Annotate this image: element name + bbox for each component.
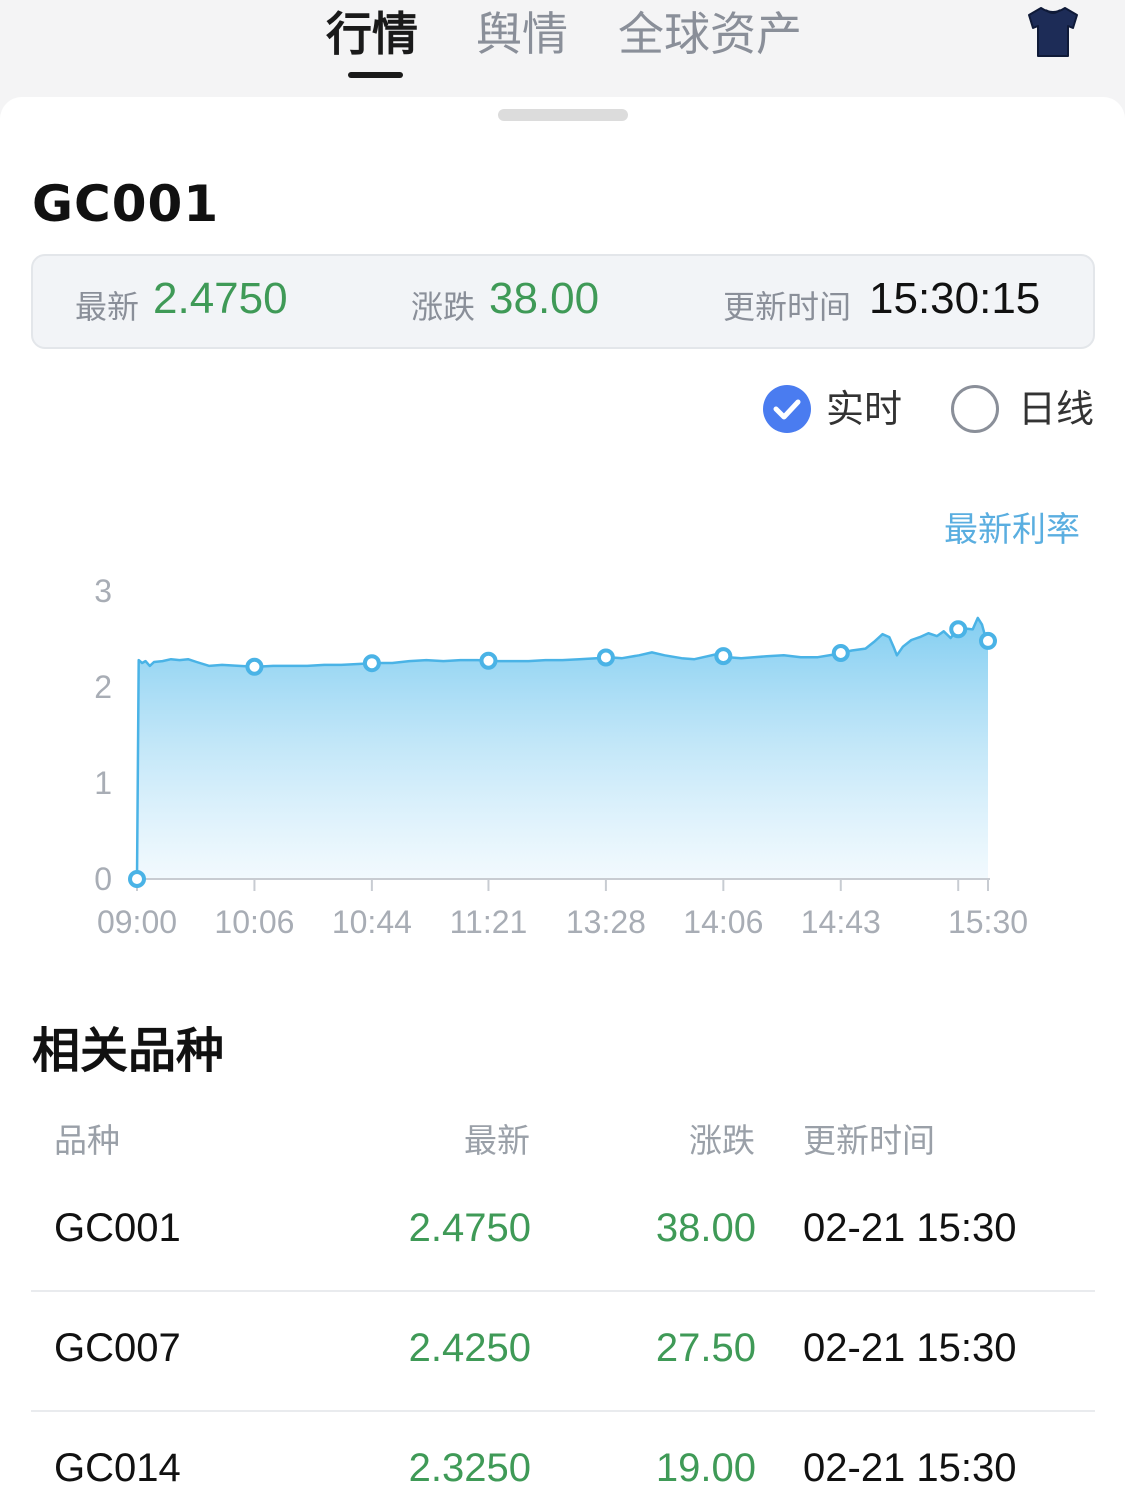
series-point[interactable] (949, 620, 968, 639)
intraday-rate-chart[interactable]: 0 1 2 3 09:00 10:06 10:44 11:21 13:28 14:06 14:43… (0, 552, 1125, 1082)
x-tick-label: 14:43 (801, 904, 881, 940)
active-tab-indicator (348, 72, 403, 78)
row-instrument: GC007 (54, 1326, 181, 1370)
table-row[interactable]: GC001 2.4750 38.00 02-21 15:30 (31, 1172, 1095, 1292)
series-point[interactable] (596, 648, 615, 667)
x-tick-label: 11:21 (450, 904, 528, 940)
x-tick-label: 14:06 (683, 904, 763, 940)
y-axis-ticks: 0 1 2 3 (94, 573, 112, 897)
x-tick-label: 13:28 (566, 904, 646, 940)
series-point[interactable] (831, 644, 850, 663)
row-latest: 2.3250 (408, 1446, 531, 1490)
y-tick-label: 2 (94, 669, 112, 705)
row-updated: 02-21 15:30 (803, 1326, 1017, 1370)
daily-label[interactable]: 日线 (1018, 385, 1094, 433)
realtime-label[interactable]: 实时 (826, 385, 902, 433)
y-tick-label: 0 (94, 861, 112, 897)
y-tick-label: 1 (94, 765, 112, 801)
series-point[interactable] (714, 647, 733, 666)
row-instrument: GC001 (54, 1206, 181, 1250)
tshirt-icon[interactable] (1025, 6, 1081, 58)
row-latest: 2.4750 (408, 1206, 531, 1250)
tab-market[interactable]: 行情 (326, 2, 418, 66)
y-tick-label: 3 (94, 573, 112, 609)
checkmark-icon (773, 399, 801, 420)
series-point[interactable] (245, 657, 264, 676)
table-row[interactable]: GC007 2.4250 27.50 02-21 15:30 (31, 1292, 1095, 1412)
series-point[interactable] (979, 631, 997, 650)
drag-handle[interactable] (498, 109, 628, 121)
x-tick-label: 10:06 (214, 904, 294, 940)
row-change: 19.00 (655, 1446, 756, 1490)
instrument-title: GC001 (32, 175, 220, 233)
latest-label: 最新 (75, 288, 140, 326)
top-tab-bar: 行情 舆情 全球资产 (0, 0, 1125, 96)
x-tick-label: 09:00 (97, 904, 177, 940)
updated-value: 15:30:15 (869, 274, 1041, 323)
row-latest: 2.4250 (408, 1326, 531, 1370)
column-header-instrument: 品种 (54, 1121, 120, 1160)
change-value: 38.00 (489, 274, 600, 323)
quote-summary: 最新 2.4750 涨跌 38.00 更新时间 15:30:15 (31, 254, 1095, 349)
change-label: 涨跌 (411, 288, 476, 326)
series-point[interactable] (479, 651, 498, 670)
x-tick-label: 15:30 (948, 904, 1028, 940)
series-point[interactable] (128, 870, 146, 888)
x-tick-label: 10:44 (332, 904, 412, 940)
tab-sentiment[interactable]: 舆情 (476, 2, 568, 66)
chart-legend-latest-rate: 最新利率 (944, 510, 1080, 550)
column-header-updated: 更新时间 (803, 1121, 935, 1160)
row-updated: 02-21 15:30 (803, 1206, 1017, 1250)
related-section-title: 相关品种 (32, 1023, 225, 1079)
realtime-radio[interactable] (763, 385, 811, 433)
row-updated: 02-21 15:30 (803, 1446, 1017, 1490)
x-axis-ticks: 09:00 10:06 10:44 11:21 13:28 14:06 14:43 15:30 (97, 879, 1028, 940)
latest-value: 2.4750 (153, 274, 288, 323)
table-row[interactable]: GC014 2.3250 19.00 02-21 15:30 (31, 1412, 1095, 1500)
row-change: 27.50 (655, 1326, 756, 1370)
row-instrument: GC014 (54, 1446, 181, 1490)
series-point[interactable] (362, 654, 381, 673)
column-header-change: 涨跌 (689, 1121, 755, 1160)
detail-sheet: GC001 最新 2.4750 涨跌 38.00 更新时间 15:30:15 实… (0, 97, 1125, 1500)
row-change: 38.00 (655, 1206, 756, 1250)
tab-global-assets[interactable]: 全球资产 (618, 2, 802, 66)
series-area-fill (137, 617, 988, 879)
daily-radio[interactable] (951, 385, 999, 433)
column-header-latest: 最新 (464, 1121, 530, 1160)
updated-label: 更新时间 (723, 288, 852, 326)
